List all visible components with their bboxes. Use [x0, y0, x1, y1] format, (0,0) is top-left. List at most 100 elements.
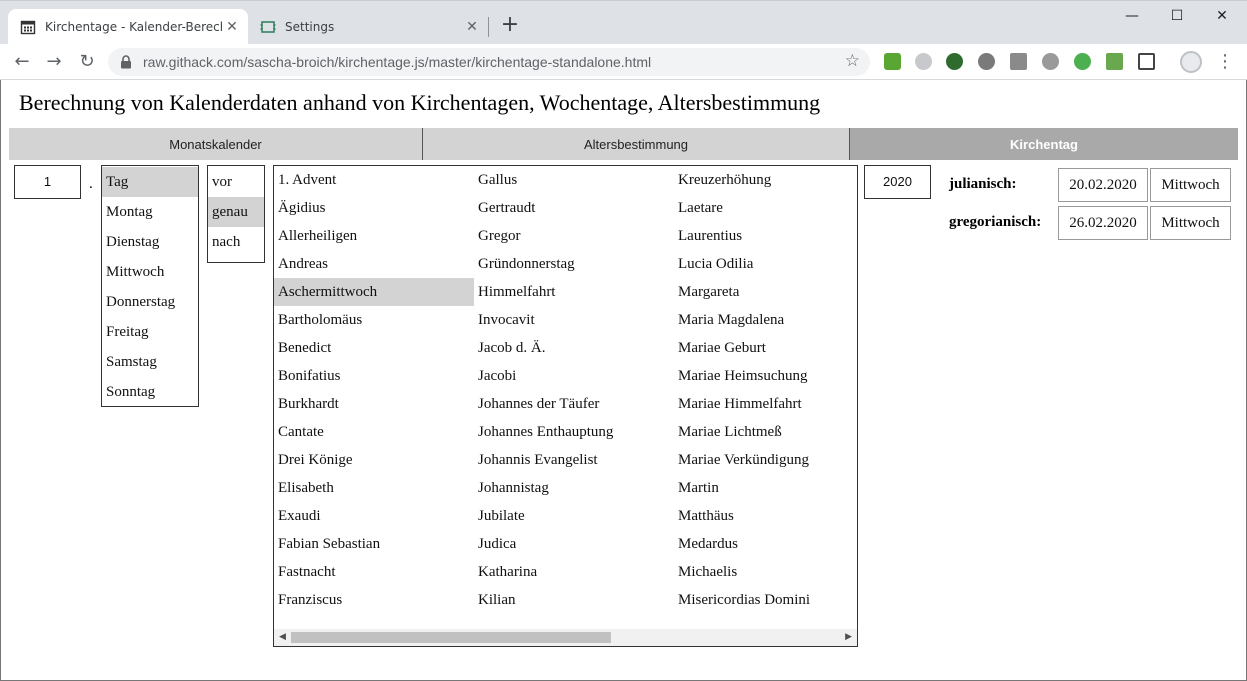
feast-option[interactable]: Laurentius — [674, 222, 857, 250]
separator-dot: . — [89, 176, 93, 192]
scroll-left-arrow-icon[interactable]: ◀ — [279, 631, 286, 642]
feast-option[interactable]: Mariae Heimsuchung — [674, 362, 857, 390]
feast-option[interactable]: Bonifatius — [274, 362, 474, 390]
feast-option[interactable]: Bartholomäus — [274, 306, 474, 334]
feast-option[interactable]: Judica — [474, 530, 674, 558]
feast-column-2: Gallus Gertraudt Gregor Gründonnerstag H… — [474, 166, 674, 614]
extension-document-icon[interactable] — [1106, 53, 1123, 70]
feast-option[interactable]: Elisabeth — [274, 474, 474, 502]
bookmark-star-icon[interactable]: ☆ — [845, 51, 860, 71]
maximize-button[interactable]: ☐ — [1154, 5, 1200, 27]
feast-option[interactable]: Matthäus — [674, 502, 857, 530]
feast-option[interactable]: Kreuzerhöhung — [674, 166, 857, 194]
weekday-option[interactable]: Dienstag — [102, 227, 198, 257]
browser-menu-icon[interactable]: ⋮ — [1216, 50, 1234, 74]
feast-option[interactable]: Laetare — [674, 194, 857, 222]
feast-option[interactable]: Mariae Verkündigung — [674, 446, 857, 474]
feast-option[interactable]: Johannes Enthauptung — [474, 418, 674, 446]
weekday-option[interactable]: Sonntag — [102, 377, 198, 407]
feast-option[interactable]: Exaudi — [274, 502, 474, 530]
feast-option[interactable]: Mariae Lichtmeß — [674, 418, 857, 446]
feast-option[interactable]: Martin — [674, 474, 857, 502]
feast-option[interactable]: 1. Advent — [274, 166, 474, 194]
browser-toolbar: ← → ↻ raw.githack.com/sascha-broich/kirc… — [0, 44, 1247, 80]
tab-altersbestimmung[interactable]: Altersbestimmung — [423, 128, 850, 160]
feast-option[interactable]: Invocavit — [474, 306, 674, 334]
window-close-button[interactable]: ✕ — [1199, 5, 1245, 27]
feast-option[interactable]: Lucia Odilia — [674, 250, 857, 278]
feast-option[interactable]: Jubilate — [474, 502, 674, 530]
feast-option[interactable]: Jacobi — [474, 362, 674, 390]
feast-option[interactable]: Himmelfahrt — [474, 278, 674, 306]
feast-option[interactable]: Mariae Geburt — [674, 334, 857, 362]
feast-option[interactable]: Andreas — [274, 250, 474, 278]
feast-option[interactable]: Cantate — [274, 418, 474, 446]
feast-option[interactable]: Margareta — [674, 278, 857, 306]
weekday-option[interactable]: Samstag — [102, 347, 198, 377]
feast-option[interactable]: Mariae Himmelfahrt — [674, 390, 857, 418]
feast-option-selected[interactable]: Aschermittwoch — [274, 278, 474, 306]
extension-drive-icon[interactable] — [1010, 53, 1027, 70]
relation-option[interactable]: vor — [208, 167, 264, 197]
feast-option[interactable]: Fastnacht — [274, 558, 474, 586]
relation-option[interactable]: nach — [208, 227, 264, 257]
feast-option[interactable]: Gregor — [474, 222, 674, 250]
profile-avatar[interactable] — [1180, 51, 1202, 73]
new-tab-button[interactable]: + — [500, 13, 520, 37]
extension-meter-icon[interactable] — [884, 53, 901, 70]
feast-option[interactable]: Drei Könige — [274, 446, 474, 474]
feast-option[interactable]: Kilian — [474, 586, 674, 614]
browser-tab-settings[interactable]: Settings ✕ — [248, 9, 488, 45]
extension-x-icon[interactable] — [1042, 53, 1059, 70]
extension-shield-icon[interactable] — [1074, 53, 1091, 70]
feast-option[interactable]: Jacob d. Ä. — [474, 334, 674, 362]
relation-select[interactable]: vor genau nach — [207, 165, 265, 263]
url-text: raw.githack.com/sascha-broich/kirchentag… — [143, 54, 652, 70]
forward-button[interactable]: → — [42, 50, 66, 74]
weekday-option[interactable]: Mittwoch — [102, 257, 198, 287]
close-tab-icon[interactable]: ✕ — [462, 19, 482, 35]
feast-option[interactable]: Maria Magdalena — [674, 306, 857, 334]
back-button[interactable]: ← — [10, 50, 34, 74]
address-bar[interactable]: raw.githack.com/sascha-broich/kirchentag… — [108, 48, 870, 76]
extension-m-icon[interactable] — [978, 53, 995, 70]
feast-option[interactable]: Johannes der Täufer — [474, 390, 674, 418]
weekday-select[interactable]: Tag Montag Dienstag Mittwoch Donnerstag … — [101, 165, 199, 407]
weekday-option[interactable]: Tag — [102, 167, 198, 197]
extension-screenshot-icon[interactable] — [1138, 53, 1155, 70]
feast-option[interactable]: Ägidius — [274, 194, 474, 222]
horizontal-scrollbar[interactable]: ◀ ▶ — [274, 629, 857, 646]
relation-option[interactable]: genau — [208, 197, 264, 227]
close-tab-icon[interactable]: ✕ — [222, 19, 242, 35]
feast-option[interactable]: Johannis Evangelist — [474, 446, 674, 474]
feast-option[interactable]: Michaelis — [674, 558, 857, 586]
feast-option[interactable]: Gründonnerstag — [474, 250, 674, 278]
scrollbar-thumb[interactable] — [291, 632, 611, 643]
feast-option[interactable]: Gertraudt — [474, 194, 674, 222]
extension-globe-icon[interactable] — [946, 53, 963, 70]
count-input[interactable]: 1 — [14, 165, 81, 199]
feast-option[interactable]: Allerheiligen — [274, 222, 474, 250]
tab-title: Settings — [285, 20, 335, 34]
minimize-button[interactable]: — — [1109, 5, 1155, 27]
feast-option[interactable]: Misericordias Domini — [674, 586, 857, 614]
feast-option[interactable]: Johannistag — [474, 474, 674, 502]
feast-option[interactable]: Fabian Sebastian — [274, 530, 474, 558]
tab-monatskalender[interactable]: Monatskalender — [9, 128, 423, 160]
feast-option[interactable]: Benedict — [274, 334, 474, 362]
feast-day-select[interactable]: 1. Advent Ägidius Allerheiligen Andreas … — [273, 165, 858, 647]
feast-option[interactable]: Medardus — [674, 530, 857, 558]
feast-option[interactable]: Franziscus — [274, 586, 474, 614]
weekday-option[interactable]: Montag — [102, 197, 198, 227]
scroll-right-arrow-icon[interactable]: ▶ — [845, 631, 852, 642]
weekday-option[interactable]: Donnerstag — [102, 287, 198, 317]
feast-option[interactable]: Gallus — [474, 166, 674, 194]
weekday-option[interactable]: Freitag — [102, 317, 198, 347]
feast-option[interactable]: Burkhardt — [274, 390, 474, 418]
year-input[interactable]: 2020 — [864, 165, 931, 199]
reload-button[interactable]: ↻ — [75, 50, 99, 74]
feast-option[interactable]: Katharina — [474, 558, 674, 586]
extension-gear-icon[interactable] — [915, 53, 932, 70]
browser-tab-kirchentage[interactable]: Kirchentage - Kalender-Berechnu ✕ — [8, 9, 248, 45]
tab-kirchentag[interactable]: Kirchentag — [850, 128, 1238, 160]
